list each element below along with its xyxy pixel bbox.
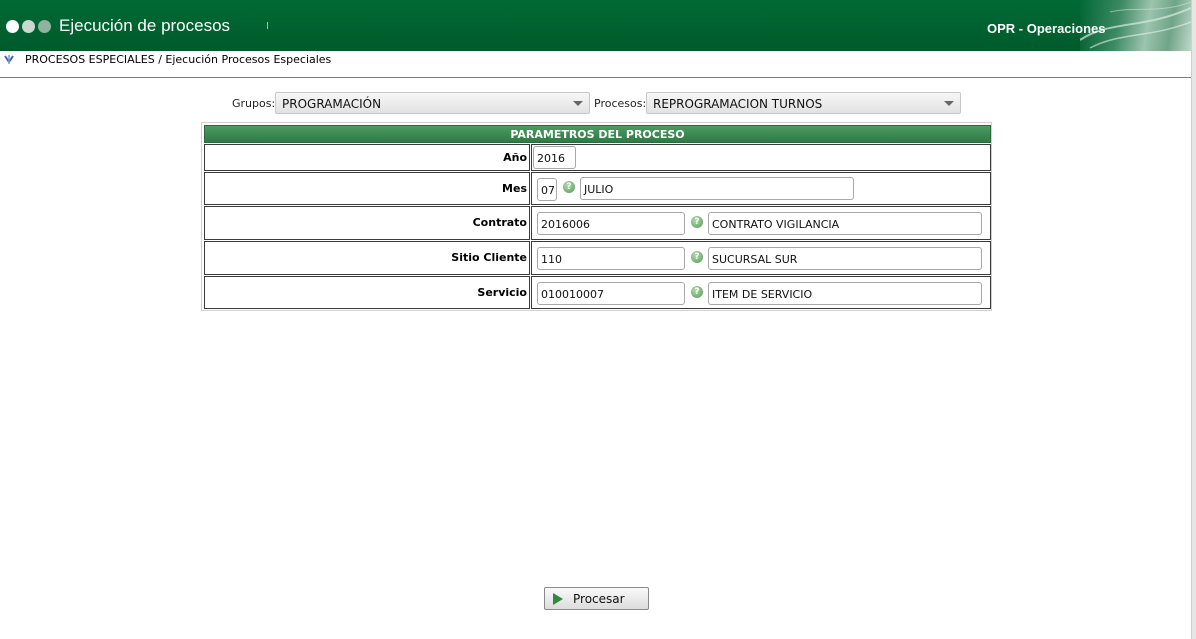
breadcrumb-text[interactable]: PROCESOS ESPECIALES / Ejecución Procesos…	[25, 53, 331, 66]
year-label: Año	[204, 144, 530, 171]
site-code-input[interactable]: 110	[537, 247, 685, 270]
service-name-field[interactable]: ITEM DE SERVICIO	[708, 282, 982, 305]
page-title: Ejecución de procesos	[59, 16, 231, 35]
window-dots	[6, 20, 51, 33]
down-arrow-icon	[4, 54, 14, 64]
chevron-down-icon	[944, 101, 954, 106]
site-name-field[interactable]: SUCURSAL SUR	[708, 247, 982, 270]
process-button[interactable]: Procesar	[544, 587, 649, 610]
site-label: Sitio Cliente	[204, 241, 530, 275]
service-cell: 010010007 ? ITEM DE SERVICIO	[531, 276, 991, 309]
divider	[0, 77, 1191, 78]
contract-cell: 2016006 ? CONTRATO VIGILANCIA	[531, 206, 991, 240]
breadcrumb: PROCESOS ESPECIALES / Ejecución Procesos…	[3, 53, 331, 66]
groups-selected-value: PROGRAMACIÓN	[282, 97, 382, 111]
month-code-input[interactable]: 07	[537, 178, 557, 201]
groups-label: Grupos:	[232, 97, 276, 110]
service-code-input[interactable]: 010010007	[537, 282, 685, 305]
dot-icon	[38, 20, 51, 33]
scrollbar[interactable]	[1191, 0, 1196, 639]
contract-name-field[interactable]: CONTRATO VIGILANCIA	[708, 212, 982, 235]
groups-select[interactable]: PROGRAMACIÓN	[275, 92, 590, 114]
month-name-field[interactable]: JULIO	[580, 177, 854, 200]
app-header: Ejecución de procesos OPR - Operaciones	[0, 0, 1191, 51]
contract-code-input[interactable]: 2016006	[537, 212, 685, 235]
processes-label: Procesos:	[594, 97, 647, 110]
year-input[interactable]: 2016	[533, 146, 576, 169]
help-icon[interactable]: ?	[563, 181, 575, 193]
play-icon	[553, 593, 563, 605]
module-name: OPR - Operaciones	[987, 21, 1106, 36]
process-parameters-table: PARAMETROS DEL PROCESO Año 2016 Mes 07 ?…	[201, 122, 992, 311]
year-cell: 2016	[531, 144, 991, 171]
contract-label: Contrato	[204, 206, 530, 240]
processes-select[interactable]: REPROGRAMACION TURNOS	[646, 92, 961, 114]
help-icon[interactable]: ?	[691, 286, 703, 298]
parameters-title: PARAMETROS DEL PROCESO	[204, 125, 991, 143]
processes-selected-value: REPROGRAMACION TURNOS	[653, 97, 823, 111]
process-button-label: Procesar	[573, 592, 625, 606]
help-icon[interactable]: ?	[691, 216, 703, 228]
header-divider	[267, 22, 268, 29]
help-icon[interactable]: ?	[691, 251, 703, 263]
chevron-down-icon	[573, 101, 583, 106]
month-cell: 07 ? JULIO	[531, 172, 991, 205]
dot-icon	[22, 20, 35, 33]
site-cell: 110 ? SUCURSAL SUR	[531, 241, 991, 275]
dot-icon	[6, 20, 19, 33]
month-label: Mes	[204, 172, 530, 205]
service-label: Servicio	[204, 276, 530, 309]
